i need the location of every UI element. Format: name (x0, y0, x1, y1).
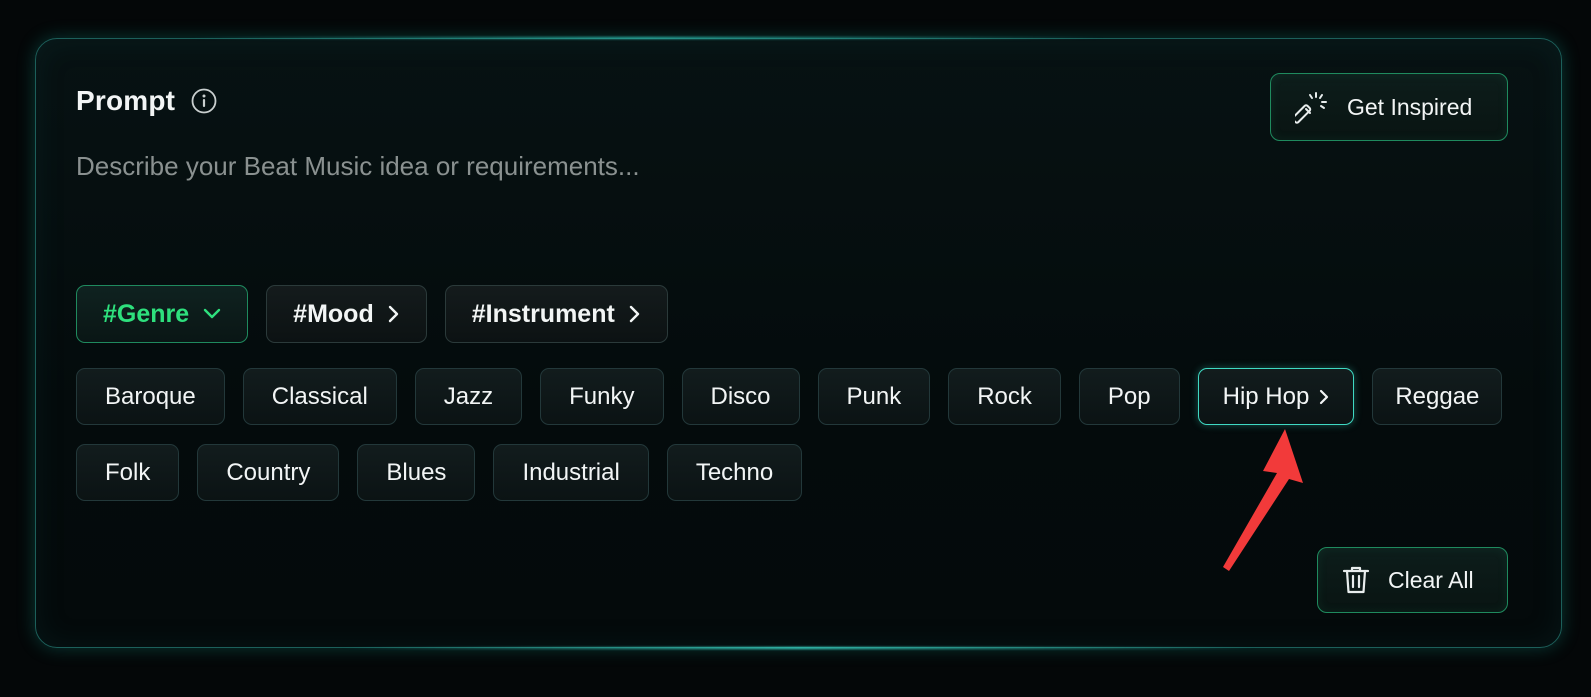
prompt-input[interactable]: Describe your Beat Music idea or require… (76, 151, 640, 182)
category-mood[interactable]: #Mood (266, 285, 427, 343)
category-label: #Mood (293, 299, 374, 328)
tag-label: Punk (846, 382, 902, 410)
tag-label: Folk (105, 458, 151, 486)
genre-tags-row-1: Baroque Classical Jazz Funky Disco Punk … (76, 368, 1503, 425)
info-icon[interactable] (191, 88, 217, 114)
tag-industrial[interactable]: Industrial (493, 444, 649, 501)
tag-punk[interactable]: Punk (817, 368, 931, 425)
category-tabs: #Genre #Mood #Instrument (76, 285, 668, 343)
tag-disco[interactable]: Disco (681, 368, 800, 425)
magic-wand-icon (1295, 92, 1327, 124)
clear-all-label: Clear All (1388, 566, 1474, 593)
tag-label: Industrial (522, 458, 620, 486)
tag-label: Baroque (105, 382, 196, 410)
trash-icon (1342, 566, 1370, 594)
tag-label: Hip Hop (1222, 382, 1310, 410)
tag-funky[interactable]: Funky (540, 368, 664, 425)
category-label: #Instrument (471, 299, 615, 328)
tag-label: Classical (271, 382, 368, 410)
chevron-right-icon (629, 305, 640, 323)
prompt-panel: Prompt Describe your Beat Music idea or … (35, 38, 1562, 648)
chevron-down-icon (203, 308, 221, 319)
tag-label: Disco (710, 382, 771, 410)
tag-folk[interactable]: Folk (76, 444, 180, 501)
tag-techno[interactable]: Techno (666, 444, 803, 501)
prompt-title: Prompt (76, 85, 176, 116)
category-label: #Genre (103, 299, 190, 328)
tag-classical[interactable]: Classical (242, 368, 397, 425)
tag-label: Jazz (443, 382, 494, 410)
tag-label: Pop (1107, 382, 1151, 410)
category-instrument[interactable]: #Instrument (444, 285, 668, 343)
tag-baroque[interactable]: Baroque (76, 368, 225, 425)
clear-all-button[interactable]: Clear All (1317, 547, 1508, 613)
tag-label: Country (226, 458, 311, 486)
get-inspired-button[interactable]: Get Inspired (1270, 73, 1508, 141)
get-inspired-label: Get Inspired (1347, 93, 1473, 120)
tag-label: Techno (695, 458, 774, 486)
tag-rock[interactable]: Rock (948, 368, 1061, 425)
prompt-header: Prompt (76, 85, 217, 117)
tag-hip-hop[interactable]: Hip Hop (1197, 368, 1355, 425)
tag-blues[interactable]: Blues (357, 444, 476, 501)
tag-label: Blues (386, 458, 447, 486)
tag-label: Rock (977, 382, 1032, 410)
chevron-right-icon (388, 305, 398, 323)
tag-pop[interactable]: Pop (1078, 368, 1180, 425)
tag-jazz[interactable]: Jazz (414, 368, 523, 425)
tag-country[interactable]: Country (197, 444, 340, 501)
chevron-right-icon (1320, 389, 1329, 404)
tag-label: Funky (569, 382, 635, 410)
tag-label: Reggae (1395, 382, 1480, 410)
genre-tags-row-2: Folk Country Blues Industrial Techno (76, 444, 803, 501)
category-genre[interactable]: #Genre (76, 285, 249, 343)
tag-reggae[interactable]: Reggae (1372, 368, 1503, 425)
